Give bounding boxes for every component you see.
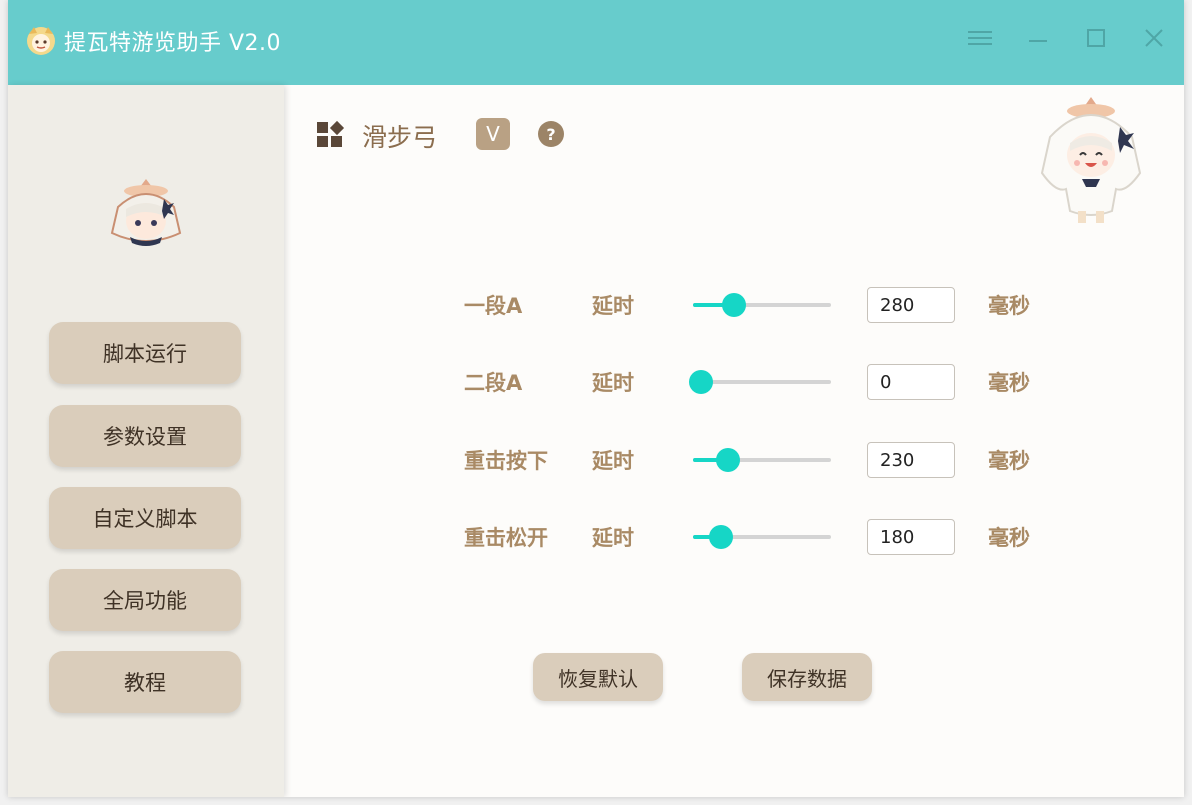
minimize-icon <box>1029 40 1047 42</box>
param-label: 重击松开 <box>464 526 548 550</box>
app-title: 提瓦特游览助手 V2.0 <box>64 31 282 56</box>
close-icon <box>1145 29 1163 47</box>
nav-custom-script[interactable]: 自定义脚本 <box>49 487 241 549</box>
close-button[interactable] <box>1136 22 1172 54</box>
main-panel: 滑步弓 V ? 一段A 延时 毫秒 <box>284 85 1184 797</box>
maximize-button[interactable] <box>1078 22 1114 54</box>
mascot-image <box>1040 97 1142 223</box>
restore-defaults-button[interactable]: 恢复默认 <box>533 653 663 701</box>
slider-handle[interactable] <box>689 370 714 394</box>
param-delay-label: 延时 <box>592 526 634 550</box>
slider-handle[interactable] <box>715 448 740 472</box>
section-title: 滑步弓 <box>362 123 438 152</box>
maximize-icon <box>1087 29 1105 47</box>
sidebar: 脚本运行 参数设置 自定义脚本 全局功能 教程 <box>8 85 284 797</box>
widgets-icon <box>317 120 345 147</box>
param-delay-label: 延时 <box>592 294 634 318</box>
param-row: 一段A 延时 毫秒 <box>284 285 1184 325</box>
param-label: 重击按下 <box>464 449 548 473</box>
param-row: 重击按下 延时 毫秒 <box>284 440 1184 480</box>
param-unit-label: 毫秒 <box>988 449 1030 473</box>
help-button[interactable]: ? <box>538 121 564 147</box>
param-label: 一段A <box>464 294 523 318</box>
param-value-input[interactable] <box>867 519 955 555</box>
param-value-input[interactable] <box>867 442 955 478</box>
slider-handle[interactable] <box>722 293 747 317</box>
nav-param-settings[interactable]: 参数设置 <box>49 405 241 467</box>
nav-global-functions[interactable]: 全局功能 <box>49 569 241 631</box>
app-window: 提瓦特游览助手 V2.0 脚本运行 参数设置 自定义脚本 全局功能 教程 滑步弓… <box>8 0 1184 797</box>
slider-handle[interactable] <box>708 525 733 549</box>
minimize-button[interactable] <box>1020 22 1056 54</box>
nav-tutorial[interactable]: 教程 <box>49 651 241 713</box>
param-slider[interactable] <box>689 370 831 394</box>
version-badge[interactable]: V <box>476 118 510 150</box>
param-delay-label: 延时 <box>592 371 634 395</box>
param-unit-label: 毫秒 <box>988 371 1030 395</box>
param-delay-label: 延时 <box>592 449 634 473</box>
param-unit-label: 毫秒 <box>988 526 1030 550</box>
param-slider[interactable] <box>693 293 831 317</box>
save-data-button[interactable]: 保存数据 <box>742 653 872 701</box>
param-slider[interactable] <box>693 448 831 472</box>
app-logo-icon <box>27 27 55 55</box>
menu-button[interactable] <box>962 22 998 54</box>
param-label: 二段A <box>464 371 523 395</box>
param-unit-label: 毫秒 <box>988 294 1030 318</box>
param-row: 二段A 延时 毫秒 <box>284 362 1184 402</box>
nav-script-run[interactable]: 脚本运行 <box>49 322 241 384</box>
param-row: 重击松开 延时 毫秒 <box>284 517 1184 557</box>
title-bar[interactable]: 提瓦特游览助手 V2.0 <box>8 0 1184 85</box>
param-value-input[interactable] <box>867 287 955 323</box>
hamburger-icon <box>968 31 992 45</box>
avatar <box>110 179 182 246</box>
param-value-input[interactable] <box>867 364 955 400</box>
param-slider[interactable] <box>693 525 831 549</box>
